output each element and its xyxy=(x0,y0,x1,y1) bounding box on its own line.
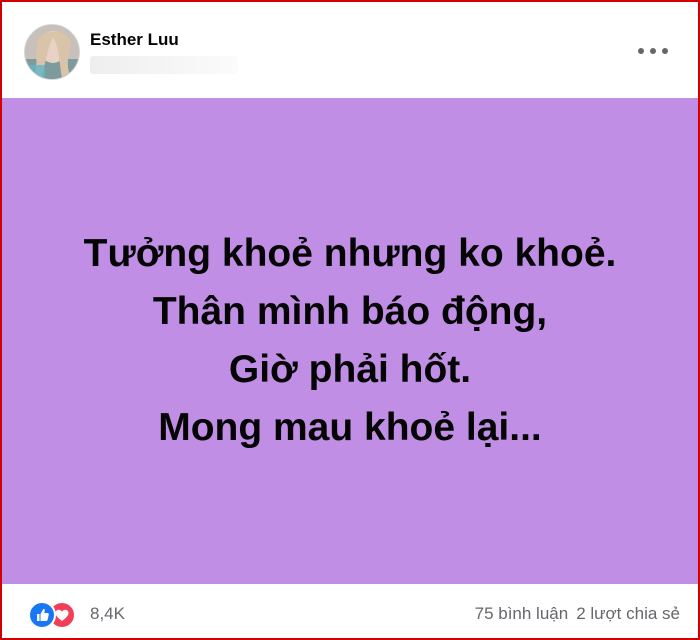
post-stats: 75 bình luận 2 lượt chia sẻ xyxy=(475,604,680,624)
avatar-photo xyxy=(25,25,79,79)
post-header: Esther Luu xyxy=(2,2,698,96)
more-dot xyxy=(638,48,644,54)
status-line-3: Giờ phải hốt. xyxy=(228,348,472,391)
author-avatar[interactable] xyxy=(24,24,80,80)
reaction-count[interactable]: 8,4K xyxy=(90,604,125,624)
status-line-1: Tưởng khoẻ nhưng ko khoẻ. xyxy=(83,232,617,275)
facebook-post: Esther Luu Tưởng khoẻ nhưng ko khoẻ. Thâ… xyxy=(0,0,700,640)
status-background-panel: Tưởng khoẻ nhưng ko khoẻ. Thân mình báo … xyxy=(2,98,698,584)
more-options-icon[interactable] xyxy=(638,40,668,62)
more-dot xyxy=(662,48,668,54)
post-footer: 8,4K 75 bình luận 2 lượt chia sẻ xyxy=(2,584,698,638)
reaction-icons[interactable] xyxy=(28,601,80,629)
status-line-2: Thân mình báo động, xyxy=(152,290,548,333)
blurred-post-meta xyxy=(90,56,238,74)
comments-count-link[interactable]: 75 bình luận xyxy=(475,604,569,623)
status-line-4: Mong mau khoẻ lại... xyxy=(158,406,542,449)
status-text: Tưởng khoẻ nhưng ko khoẻ. Thân mình báo … xyxy=(84,225,617,457)
author-name[interactable]: Esther Luu xyxy=(90,30,179,50)
shares-count-link[interactable]: 2 lượt chia sẻ xyxy=(576,604,680,623)
like-icon xyxy=(28,601,56,629)
more-dot xyxy=(650,48,656,54)
